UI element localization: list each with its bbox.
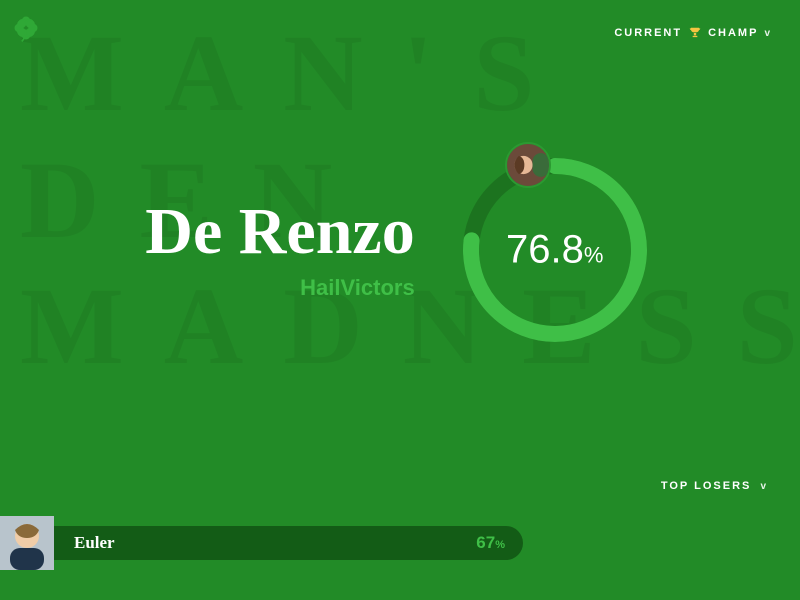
champ-name: De Renzo [145,199,414,265]
champ-name-block: De Renzo HailVictors [145,199,414,301]
champ-avatar [505,142,551,188]
loser-percent-value: 67 [476,533,495,552]
champ-percent-value: 76.8 [506,228,584,272]
champ-percent: 76.8% [506,228,603,273]
champ-ring: 76.8% [455,150,655,350]
top-losers-dropdown[interactable]: TOP LOSERS v [661,480,768,492]
loser-percent-suffix: % [495,539,505,551]
dropdown-champ-label: CHAMP [708,27,758,39]
trophy-icon [688,26,702,40]
current-champ-dropdown[interactable]: CURRENT CHAMP v [614,26,772,40]
champ-team: HailVictors [145,275,414,301]
chevron-down-icon: v [764,28,772,39]
loser-percent: 67% [476,533,505,553]
champ-percent-suffix: % [584,243,604,268]
top-losers-label: TOP LOSERS [661,480,752,492]
champ-panel: De Renzo HailVictors 76.8% [0,150,800,350]
loser-row: Euler 67% [0,516,523,570]
clover-icon [12,14,40,47]
dropdown-current-label: CURRENT [614,27,682,39]
loser-bar: Euler 67% [54,526,523,560]
loser-name: Euler [74,533,115,553]
loser-avatar [0,516,54,570]
chevron-down-icon: v [760,481,768,492]
